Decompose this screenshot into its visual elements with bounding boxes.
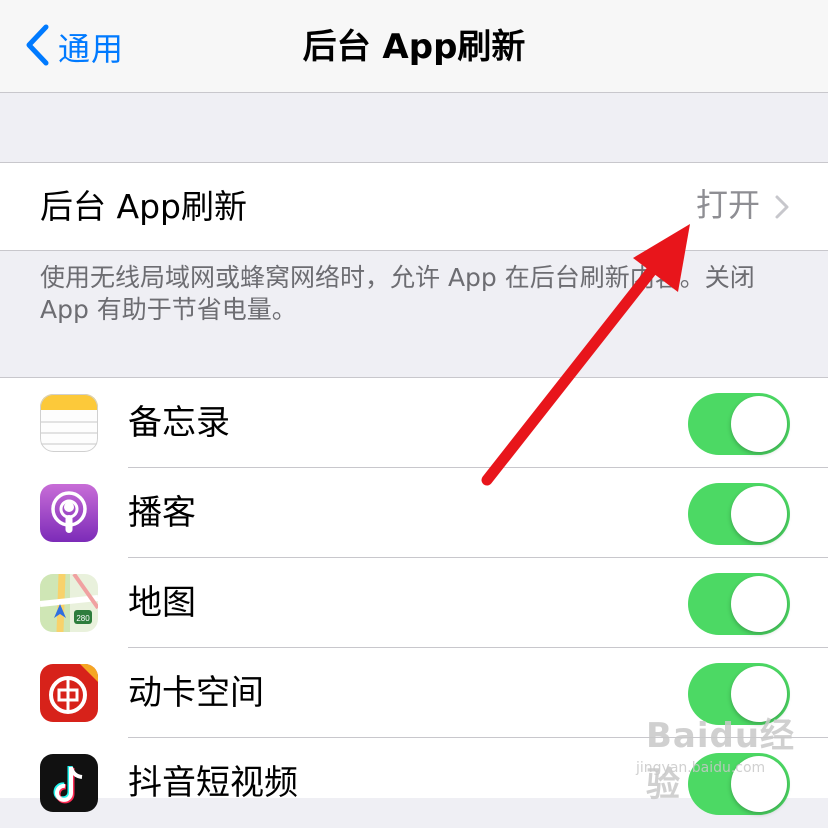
app-row-podcasts: 播客 [0, 468, 828, 558]
podcasts-app-icon [40, 484, 98, 542]
navigation-bar: 通用 后台 App刷新 [0, 0, 828, 93]
app-row-maps: 280 地图 [0, 558, 828, 648]
background-refresh-cell[interactable]: 后台 App刷新 打开 [0, 162, 828, 251]
svg-text:280: 280 [76, 614, 90, 623]
podcasts-refresh-toggle[interactable] [688, 483, 790, 545]
app-name: 抖音短视频 [128, 763, 298, 803]
citic-card-app-icon [40, 664, 98, 722]
section-footer-description: 使用无线局域网或蜂窝网络时，允许 App 在后台刷新内容。关闭 App 有助于节… [40, 263, 755, 324]
notes-app-icon [40, 394, 98, 452]
app-name: 动卡空间 [128, 673, 264, 713]
douyin-app-icon [40, 754, 98, 812]
toggle-knob [731, 576, 787, 632]
background-refresh-label: 后台 App刷新 [40, 187, 247, 226]
watermark-url: jingyan.baidu.com [636, 760, 766, 776]
maps-app-icon: 280 [40, 574, 98, 632]
app-name: 备忘录 [128, 403, 230, 443]
toggle-knob [731, 486, 787, 542]
section-spacer [0, 93, 828, 162]
chevron-right-icon [775, 195, 789, 219]
watermark-brand: Baidu经验 [646, 716, 796, 805]
app-row-notes: 备忘录 [0, 378, 828, 468]
toggle-knob [731, 396, 787, 452]
page-title: 后台 App刷新 [302, 27, 526, 67]
app-name: 地图 [128, 583, 196, 623]
background-refresh-value: 打开 [695, 186, 760, 224]
baidu-watermark: Baidu经验 jingyan.baidu.com [636, 688, 816, 805]
notes-refresh-toggle[interactable] [688, 393, 790, 455]
app-name: 播客 [128, 493, 196, 533]
maps-refresh-toggle[interactable] [688, 573, 790, 635]
